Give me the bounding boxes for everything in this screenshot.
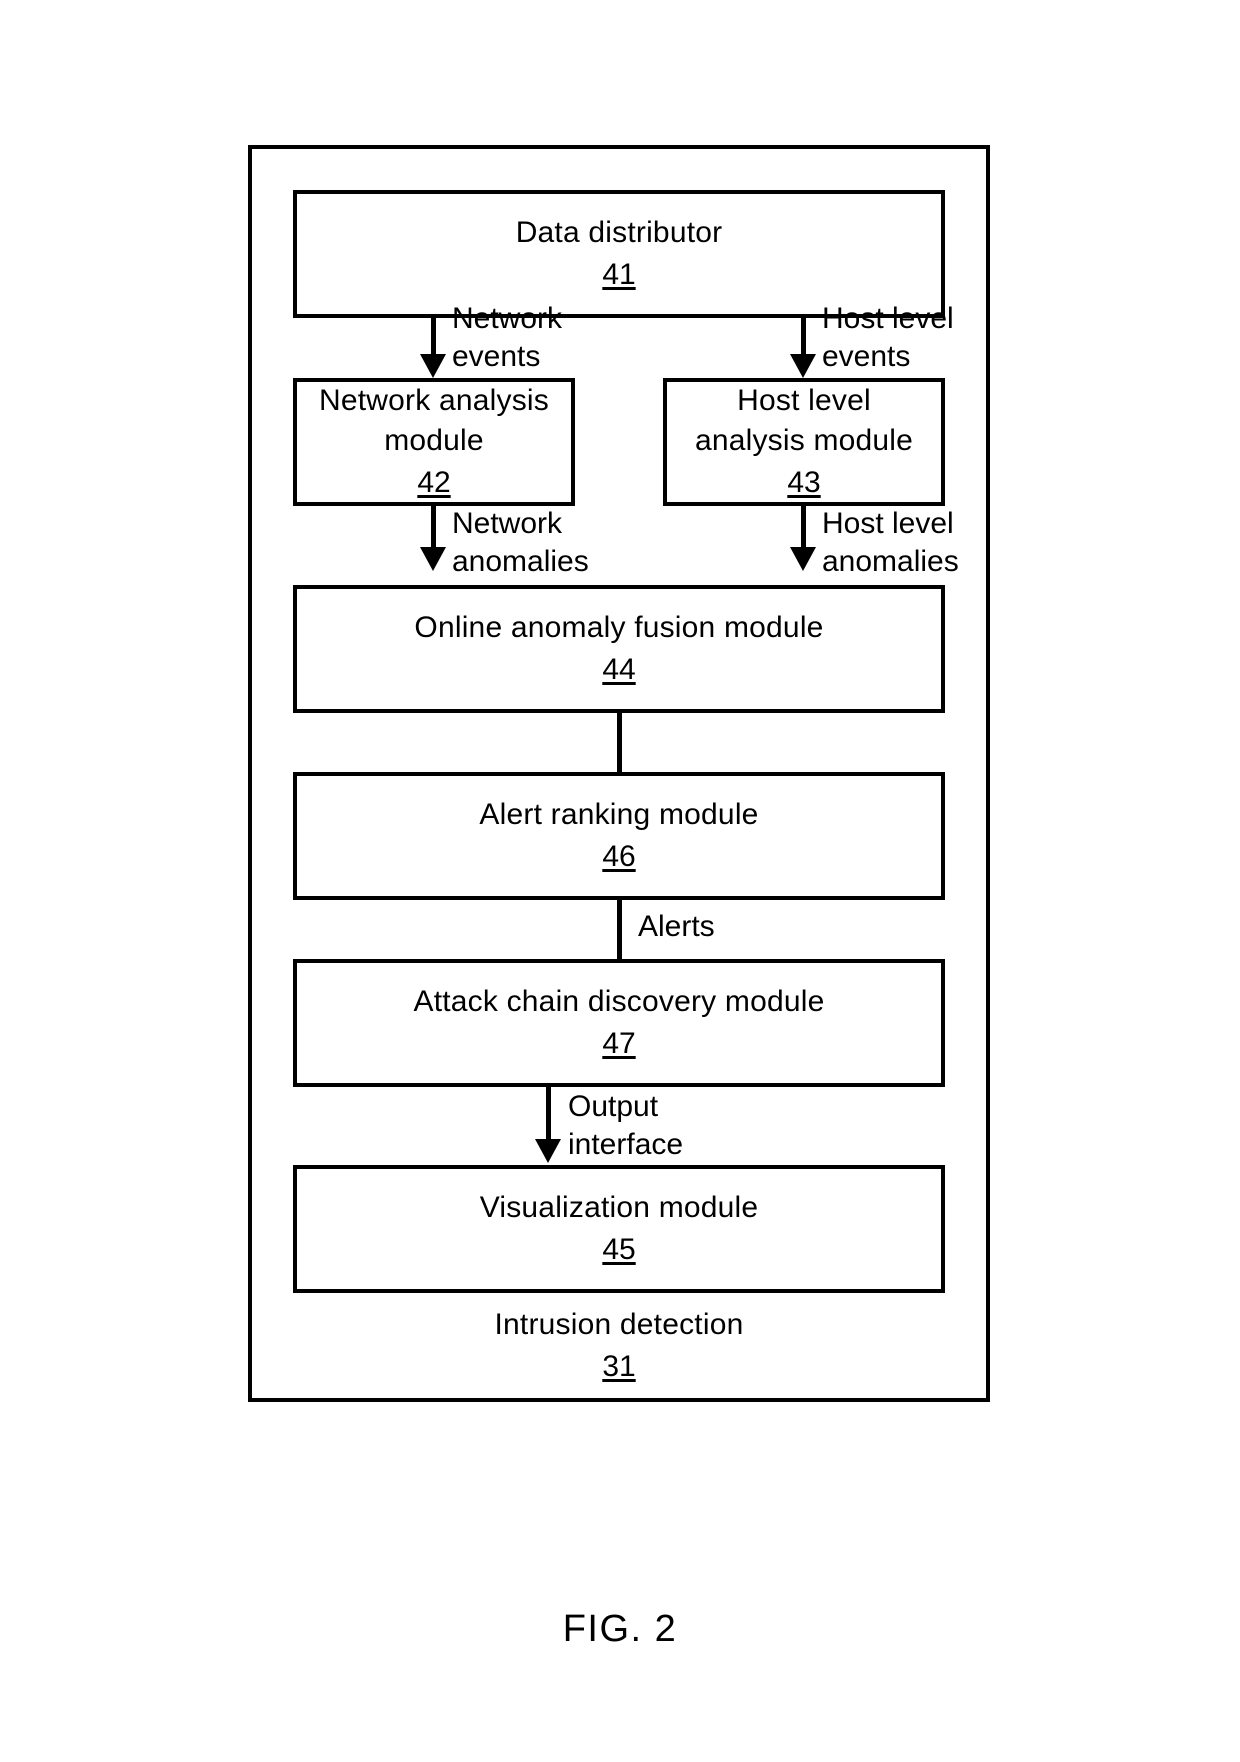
- block-reference-numeral: 45: [602, 1233, 636, 1266]
- arrowhead-42-to-44: [420, 547, 446, 571]
- block-reference-numeral: 46: [602, 840, 636, 873]
- block-attack-chain-discovery-module[interactable]: Attack chain discovery module 47: [293, 959, 945, 1087]
- edge-label-alerts: Alerts: [638, 910, 715, 943]
- block-title: Data distributor: [515, 216, 723, 249]
- connector-line-44-to-46: [617, 713, 622, 773]
- connector-line-41-to-43: [801, 318, 806, 358]
- block-host-level-analysis-module[interactable]: Host level analysis module 43: [663, 378, 945, 506]
- block-alert-ranking-module[interactable]: Alert ranking module 46: [293, 772, 945, 900]
- edge-label-host-level-events: Host level events: [822, 302, 954, 373]
- edge-label-host-level-anomalies: Host level anomalies: [822, 507, 959, 578]
- block-reference-numeral: 47: [602, 1027, 636, 1060]
- block-reference-numeral: 41: [602, 258, 636, 291]
- block-title: Alert ranking module: [479, 798, 759, 831]
- block-title: Host level analysis module: [694, 384, 914, 457]
- edge-label-network-anomalies: Network anomalies: [452, 507, 589, 578]
- block-visualization-module[interactable]: Visualization module 45: [293, 1165, 945, 1293]
- block-reference-numeral: 43: [787, 466, 821, 499]
- block-online-anomaly-fusion-module[interactable]: Online anomaly fusion module 44: [293, 585, 945, 713]
- block-data-distributor[interactable]: Data distributor 41: [293, 190, 945, 318]
- block-network-analysis-module[interactable]: Network analysis module 42: [293, 378, 575, 506]
- connector-line-43-to-44: [801, 506, 806, 551]
- block-title: Visualization module: [479, 1191, 759, 1224]
- arrowhead-43-to-44: [790, 547, 816, 571]
- arrowhead-41-to-43: [790, 354, 816, 378]
- connector-line-47-to-45: [546, 1087, 551, 1143]
- system-caption: Intrusion detection 31: [293, 1305, 945, 1387]
- block-reference-numeral: 44: [602, 653, 636, 686]
- system-reference-numeral: 31: [602, 1350, 636, 1383]
- block-title: Online anomaly fusion module: [414, 611, 824, 644]
- arrowhead-47-to-45: [535, 1139, 561, 1163]
- figure-2-diagram: Data distributor 41 Network analysis mod…: [0, 0, 1240, 1762]
- edge-label-output-interface: Output interface: [568, 1090, 684, 1161]
- edge-label-network-events: Network events: [452, 302, 563, 373]
- connector-line-42-to-44: [431, 506, 436, 551]
- system-title: Intrusion detection: [494, 1308, 744, 1341]
- block-title: Attack chain discovery module: [413, 985, 825, 1018]
- block-title: Network analysis module: [319, 384, 549, 457]
- connector-line-41-to-42: [431, 318, 436, 358]
- arrowhead-41-to-42: [420, 354, 446, 378]
- block-reference-numeral: 42: [417, 466, 451, 499]
- connector-line-46-to-47: [617, 900, 622, 960]
- figure-caption: FIG. 2: [562, 1608, 678, 1650]
